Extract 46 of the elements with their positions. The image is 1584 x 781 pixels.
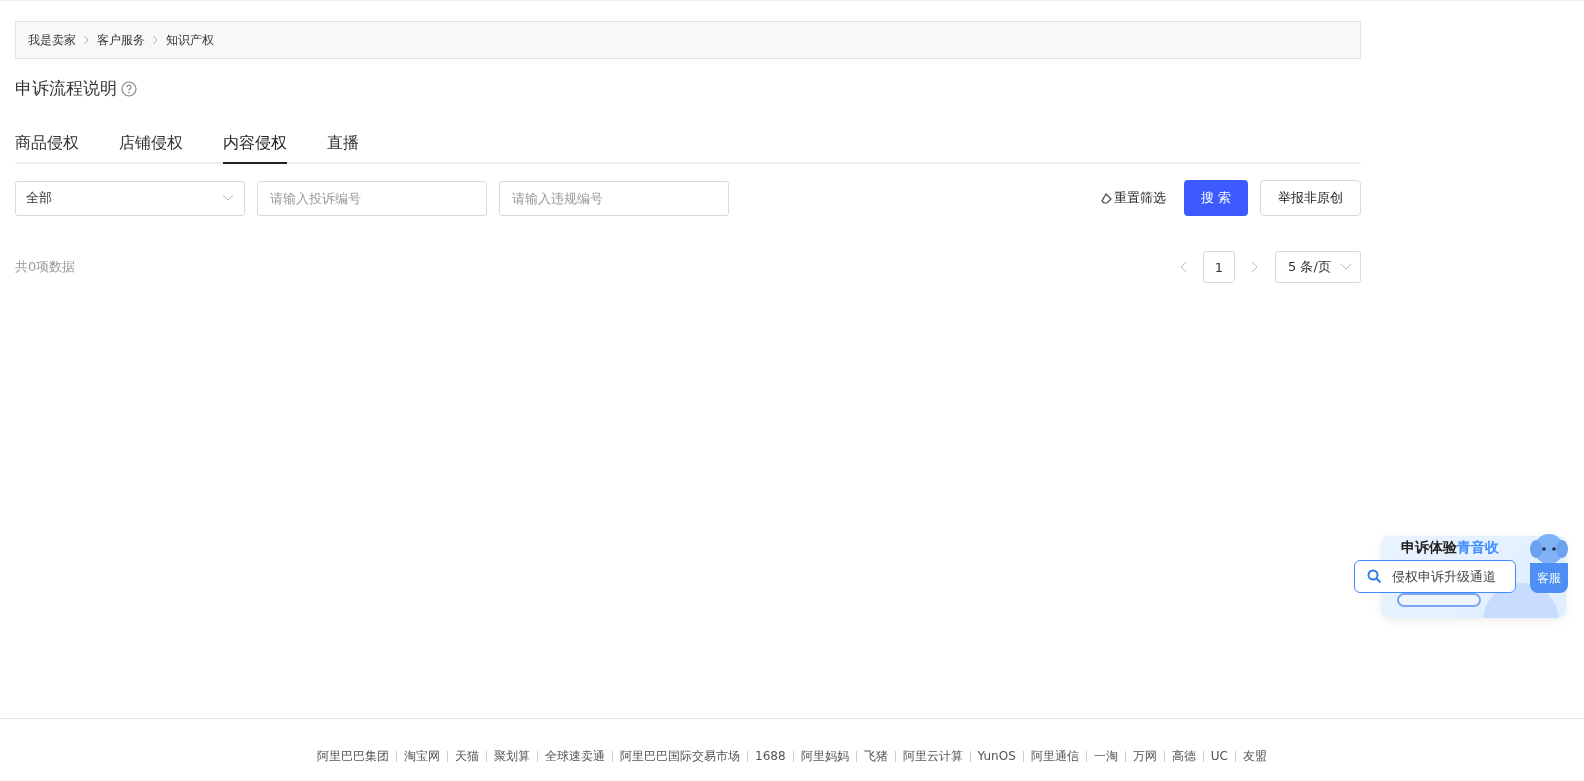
- caret-icon: [1340, 263, 1352, 271]
- search-icon: [1367, 569, 1382, 584]
- breadcrumb-link[interactable]: 我是卖家: [28, 31, 76, 49]
- footer-link[interactable]: 阿里妈妈: [800, 747, 849, 765]
- footer-link[interactable]: 友盟: [1242, 747, 1267, 765]
- complaint-number-field[interactable]: 请输入投诉编号: [257, 180, 487, 216]
- footer-link[interactable]: 1688: [755, 749, 786, 763]
- previous-page-icon[interactable]: [1179, 261, 1187, 273]
- search-pill[interactable]: 侵权申诉升级通道: [1354, 560, 1516, 593]
- footer-link[interactable]: 聚划算: [494, 747, 530, 765]
- page-size-select[interactable]: 5 条/页: [1275, 251, 1361, 283]
- footer-link[interactable]: 阿里通信: [1030, 747, 1079, 765]
- tab[interactable]: 商品侵权: [15, 124, 79, 164]
- type-select[interactable]: 全部: [15, 180, 245, 216]
- footer-link[interactable]: 飞猪: [863, 747, 888, 765]
- next-page-icon[interactable]: [1251, 261, 1259, 273]
- reset-filter-button[interactable]: 重置筛选: [1095, 188, 1172, 208]
- total-count: 共0项数据: [15, 258, 76, 276]
- footer-link[interactable]: 阿里巴巴国际交易市场: [620, 747, 740, 765]
- footer-link[interactable]: UC: [1210, 749, 1228, 763]
- footer-link[interactable]: 阿里云计算: [902, 747, 963, 765]
- footer-link[interactable]: 天猫: [455, 747, 479, 765]
- caret-icon: [222, 194, 234, 202]
- survey-card-button[interactable]: [1397, 593, 1481, 607]
- chevron-icon: [84, 36, 89, 44]
- tab[interactable]: 内容侵权: [223, 124, 287, 164]
- breadcrumb-link[interactable]: 客户服务: [97, 31, 145, 49]
- footer-link[interactable]: 一淘: [1093, 747, 1118, 765]
- search-button[interactable]: 搜 索: [1184, 180, 1248, 216]
- report-button[interactable]: 举报非原创: [1260, 180, 1361, 216]
- footer-link[interactable]: 万网: [1132, 747, 1157, 765]
- chevron-icon: [153, 36, 158, 44]
- page-title: 申诉流程说明: [15, 77, 117, 100]
- breadcrumb-link[interactable]: 知识产权: [166, 31, 214, 49]
- tab[interactable]: 直播: [327, 124, 359, 164]
- eraser-icon: [1101, 192, 1112, 204]
- footer-link[interactable]: 全球速卖通: [545, 747, 605, 765]
- violation-number-field[interactable]: 请输入违规编号: [499, 180, 729, 216]
- page-number[interactable]: 1: [1203, 251, 1235, 283]
- survey-title: 申诉体验青音收: [1401, 539, 1499, 557]
- footer-link[interactable]: YunOS: [977, 749, 1016, 763]
- footer-link[interactable]: 阿里巴巴集团: [317, 747, 389, 765]
- footer-link[interactable]: 高德: [1171, 747, 1196, 765]
- help-icon[interactable]: [121, 80, 137, 97]
- footer-link[interactable]: 淘宝网: [404, 747, 440, 765]
- tab[interactable]: 店铺侵权: [119, 124, 183, 164]
